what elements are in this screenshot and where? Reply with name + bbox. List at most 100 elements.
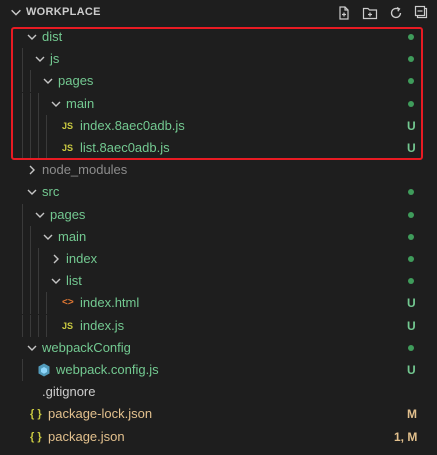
git-status-badge: 1, M [394, 429, 418, 444]
folder-row-dist[interactable]: dist [0, 26, 437, 48]
js-file-icon: JS [62, 320, 74, 331]
indent-guide [38, 114, 39, 137]
tree-item-label: main [66, 95, 95, 111]
git-status-dot [408, 34, 414, 40]
file-row-index-8aec0adb-js[interactable]: JS index.8aec0adb.js U [0, 114, 437, 137]
tree-item-label: webpackConfig [42, 339, 131, 355]
webpack-file-icon [38, 363, 50, 382]
chevron-down-icon[interactable] [26, 186, 38, 198]
tree-item-label: js [50, 51, 60, 67]
file-row-index-html[interactable]: <> index.html U [0, 292, 437, 315]
tree-item-label: list [66, 273, 82, 289]
indent-guide [22, 292, 23, 315]
indent-guide [22, 314, 23, 337]
indent-guide [46, 292, 47, 315]
chevron-down-icon[interactable] [34, 53, 46, 65]
new-file-icon[interactable] [335, 5, 353, 21]
folder-row-node-modules[interactable]: node_modules [0, 159, 437, 181]
indent-guide [22, 137, 23, 159]
chevron-down-icon[interactable] [42, 231, 54, 243]
git-status-badge: U [407, 318, 416, 333]
git-status-badge: U [407, 296, 416, 311]
git-status-dot [408, 189, 414, 196]
tree-item-label: index.8aec0adb.js [80, 117, 185, 133]
chevron-right-icon[interactable] [50, 253, 62, 265]
js-file-icon: JS [62, 143, 74, 153]
tree-item-label: dist [42, 29, 63, 44]
indent-guide [22, 203, 23, 226]
git-status-dot [408, 233, 414, 240]
chevron-down-icon[interactable] [9, 5, 23, 19]
tree-item-label: node_modules [42, 162, 128, 178]
indent-guide [38, 270, 39, 293]
folder-row-js[interactable]: js [0, 48, 437, 71]
folder-row-list[interactable]: list [0, 270, 437, 293]
tree-item-label: index [66, 251, 98, 266]
git-status-dot [408, 100, 414, 107]
indent-guide [22, 270, 23, 293]
git-status-badge: U [407, 118, 416, 133]
file-row-list-8aec0adb-js[interactable]: JS list.8aec0adb.js U [0, 137, 437, 159]
tree-item-label: index.html [80, 295, 140, 311]
git-status-dot [408, 256, 414, 262]
folder-row-pages[interactable]: pages [0, 203, 437, 226]
chevron-down-icon[interactable] [50, 275, 62, 287]
file-row-package-json[interactable]: { } package.json 1, M [0, 426, 437, 448]
git-status-badge: U [407, 141, 416, 155]
chevron-down-icon[interactable] [26, 31, 38, 43]
js-file-icon: JS [62, 120, 74, 131]
git-status-badge: M [407, 407, 417, 422]
tree-item-label: list.8aec0adb.js [80, 140, 170, 155]
folder-row-pages[interactable]: pages [0, 70, 437, 93]
explorer-header[interactable]: WORKPLACE [0, 0, 437, 26]
indent-guide [22, 225, 23, 248]
indent-guide [46, 314, 47, 337]
workspace-title: WORKPLACE [26, 6, 101, 18]
chevron-right-icon[interactable] [26, 164, 38, 176]
tree-item-label: .gitignore [42, 384, 96, 400]
file-row-gitignore[interactable]: .gitignore [0, 381, 437, 403]
tree-item-label: package.json [48, 428, 125, 444]
folder-row-index[interactable]: index [0, 248, 437, 270]
indent-guide [30, 248, 31, 270]
refresh-icon[interactable] [387, 5, 405, 21]
indent-guide [22, 48, 23, 71]
tree-item-label: main [58, 228, 87, 244]
indent-guide [30, 270, 31, 293]
json-file-icon: { } [30, 430, 42, 443]
tree-item-label: package-lock.json [48, 406, 153, 422]
folder-row-webpackconfig[interactable]: webpackConfig [0, 337, 437, 359]
tree-item-label: webpack.config.js [56, 362, 159, 377]
indent-guide [22, 92, 23, 115]
new-folder-icon[interactable] [361, 5, 379, 21]
tree-item-label: index.js [80, 317, 125, 333]
indent-guide [38, 292, 39, 315]
chevron-down-icon[interactable] [50, 98, 62, 110]
file-row-package-lock-json[interactable]: { } package-lock.json M [0, 403, 437, 425]
folder-row-main[interactable]: main [0, 225, 437, 248]
indent-guide [22, 114, 23, 137]
tree-item-label: pages [58, 73, 94, 89]
html-file-icon: <> [62, 297, 74, 309]
collapse-all-icon[interactable] [413, 5, 431, 21]
git-status-dot [408, 211, 414, 218]
git-status-badge: U [407, 363, 416, 377]
indent-guide [30, 292, 31, 315]
indent-guide [30, 92, 31, 115]
indent-guide [38, 248, 39, 270]
chevron-down-icon[interactable] [34, 209, 46, 221]
file-row-index-js[interactable]: JS index.js U [0, 314, 437, 337]
git-status-dot [408, 78, 414, 85]
git-status-dot [408, 344, 414, 351]
indent-guide [38, 92, 39, 115]
folder-row-main[interactable]: main [0, 92, 437, 115]
indent-guide [38, 314, 39, 337]
file-row-webpack-config-js[interactable]: webpack.config.js U [0, 359, 437, 381]
indent-guide [22, 359, 23, 381]
folder-row-src[interactable]: src [0, 181, 437, 203]
chevron-down-icon[interactable] [42, 75, 54, 87]
indent-guide [30, 70, 31, 93]
indent-guide [30, 314, 31, 337]
indent-guide [38, 137, 39, 159]
chevron-down-icon[interactable] [26, 342, 38, 354]
